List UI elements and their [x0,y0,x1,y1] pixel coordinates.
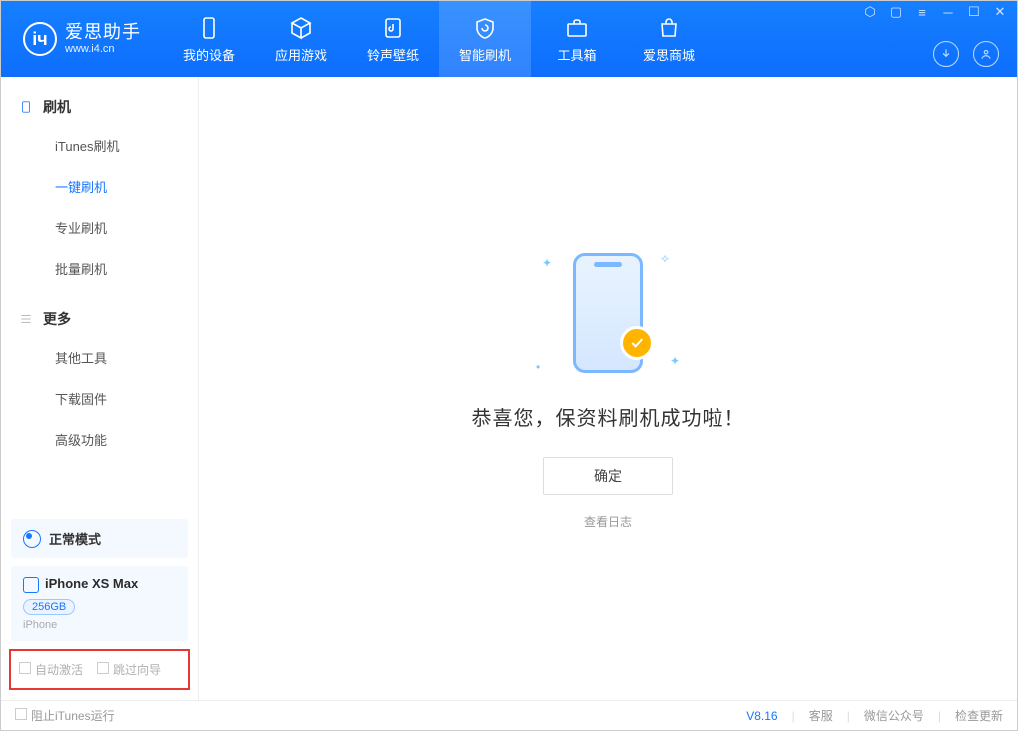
wechat-link[interactable]: 微信公众号 [864,707,924,724]
sparkle-icon: • [536,360,540,374]
sidebar-item-oneclick-flash[interactable]: 一键刷机 [1,166,198,207]
tab-store[interactable]: 爱思商城 [623,1,715,77]
list-icon [19,312,33,326]
device-name: iPhone XS Max [45,576,138,591]
sidebar-item-itunes-flash[interactable]: iTunes刷机 [1,125,198,166]
success-illustration: ✦ ✧ • ✦ [528,248,688,378]
tab-apps-games[interactable]: 应用游戏 [255,1,347,77]
footer: 阻止iTunes运行 V8.16 | 客服 | 微信公众号 | 检查更新 [1,700,1017,730]
briefcase-icon [565,15,589,41]
version-label: V8.16 [746,709,777,723]
device-type-label: iPhone [23,619,176,631]
sidebar-item-download-firmware[interactable]: 下载固件 [1,378,198,419]
check-update-link[interactable]: 检查更新 [955,707,1003,724]
result-message: 恭喜您，保资料刷机成功啦！ [472,402,745,431]
block-itunes-checkbox[interactable]: 阻止iTunes运行 [15,707,115,724]
skip-guide-checkbox[interactable]: 跳过向导 [97,661,161,678]
sidebar-section-more: 更多 [1,303,198,337]
app-title: 爱思助手 [65,23,141,43]
support-link[interactable]: 客服 [809,707,833,724]
sidebar-section-flash: 刷机 [1,91,198,125]
ok-button[interactable]: 确定 [543,457,673,495]
logo-icon: iч [23,22,57,56]
sidebar-item-other-tools[interactable]: 其他工具 [1,337,198,378]
device-mode-block[interactable]: 正常模式 [11,519,188,558]
tab-ringtone-wallpaper[interactable]: 铃声壁纸 [347,1,439,77]
download-manager-icon[interactable] [933,41,959,67]
device-info-block[interactable]: iPhone XS Max 256GB iPhone [11,566,188,641]
shield-refresh-icon [473,15,497,41]
app-logo: iч 爱思助手 www.i4.cn [1,1,159,77]
device-mode-label: 正常模式 [49,529,101,548]
header: iч 爱思助手 www.i4.cn 我的设备 应用游戏 铃声壁纸 智能刷机 工具… [1,1,1017,77]
cube-icon [289,15,313,41]
app-url: www.i4.cn [65,43,141,55]
flash-options-highlighted: 自动激活 跳过向导 [9,649,190,690]
auto-activate-checkbox[interactable]: 自动激活 [19,661,83,678]
phone-icon [197,15,221,41]
maximize-icon[interactable]: ☐ [967,5,981,19]
main-content: ✦ ✧ • ✦ 恭喜您，保资料刷机成功啦！ 确定 查看日志 [199,77,1017,700]
sidebar: 刷机 iTunes刷机 一键刷机 专业刷机 批量刷机 更多 其他工具 下载固件 … [1,77,199,700]
user-account-icon[interactable] [973,41,999,67]
sparkle-icon: ✦ [670,354,680,368]
device-small-icon [23,577,39,593]
mode-indicator-icon [23,530,41,548]
sparkle-icon: ✧ [660,252,670,266]
tab-toolbox[interactable]: 工具箱 [531,1,623,77]
shopping-bag-icon [657,15,681,41]
sidebar-item-batch-flash[interactable]: 批量刷机 [1,248,198,289]
device-storage-pill: 256GB [23,599,75,615]
sidebar-item-advanced[interactable]: 高级功能 [1,419,198,460]
minimize-icon[interactable]: ─ [941,5,955,19]
success-check-badge [620,326,654,360]
close-icon[interactable]: ✕ [993,5,1007,19]
tab-my-device[interactable]: 我的设备 [163,1,255,77]
music-note-icon [381,15,405,41]
sparkle-icon: ✦ [542,256,552,270]
shirt-icon[interactable]: ⬡ [863,5,877,19]
device-icon [19,100,33,114]
tab-smart-flash[interactable]: 智能刷机 [439,1,531,77]
menu-icon[interactable]: ≡ [915,5,929,19]
main-tabs: 我的设备 应用游戏 铃声壁纸 智能刷机 工具箱 爱思商城 [163,1,715,77]
view-log-link[interactable]: 查看日志 [584,513,632,530]
feedback-icon[interactable]: ▢ [889,5,903,19]
sidebar-item-pro-flash[interactable]: 专业刷机 [1,207,198,248]
